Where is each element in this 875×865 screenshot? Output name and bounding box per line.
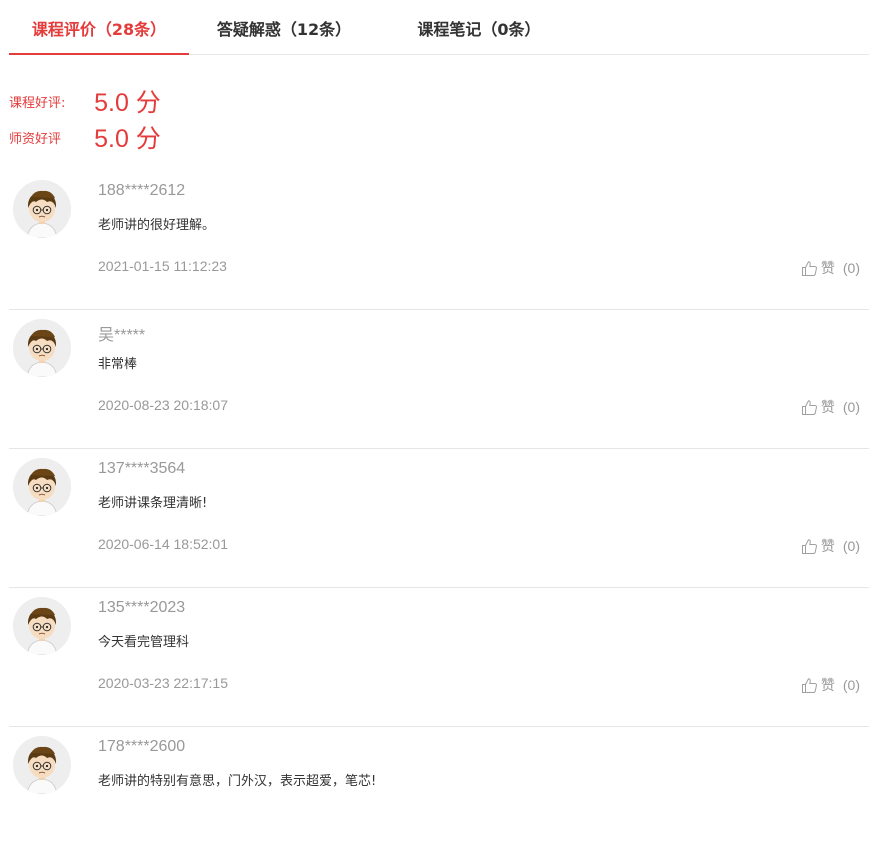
tab-course-notes[interactable]: 课程笔记（0条） <box>397 0 561 54</box>
like-label: 赞 <box>820 400 835 416</box>
like-button[interactable]: 赞 (0) <box>801 675 860 695</box>
review-item: 178****2600 老师讲的特别有意思，门外汉，表示超爱，笔芯! <box>9 726 869 865</box>
like-button[interactable]: 赞 (0) <box>801 536 860 556</box>
review-time: 2020-03-23 22:17:15 <box>98 675 228 691</box>
tab-qa[interactable]: 答疑解惑（12条） <box>202 0 366 54</box>
review-item: 137****3564 老师讲课条理清晰! 2020-06-14 18:52:01 … <box>9 448 869 588</box>
like-button[interactable]: 赞 (0) <box>801 258 860 278</box>
avatar <box>13 736 71 794</box>
review-content: 今天看完管理科 <box>98 635 190 650</box>
review-time: 2020-06-14 18:52:01 <box>98 536 228 552</box>
course-rating-row: 课程好评: 5.0 分 <box>9 83 161 119</box>
like-count: (0) <box>842 260 860 276</box>
review-content: 老师讲课条理清晰! <box>98 496 208 511</box>
course-rating-value: 5.0 分 <box>94 89 161 117</box>
teacher-rating-row: 师资好评 5.0 分 <box>9 119 161 155</box>
review-username: 135****2023 <box>98 599 186 616</box>
review-time: 2021-01-15 11:12:23 <box>98 258 227 274</box>
like-label: 赞 <box>820 539 835 555</box>
avatar <box>13 319 71 377</box>
teacher-rating-label: 师资好评 <box>9 131 62 147</box>
like-count: (0) <box>842 677 860 693</box>
course-rating-label: 课程好评: <box>9 95 66 111</box>
like-count: (0) <box>842 399 860 415</box>
review-content: 非常棒 <box>98 357 138 372</box>
review-username: 吴***** <box>98 327 146 344</box>
teacher-rating-value: 5.0 分 <box>94 125 161 153</box>
avatar <box>13 180 71 238</box>
review-username: 137****3564 <box>98 460 186 477</box>
thumbs-up-icon <box>801 399 821 416</box>
avatar <box>13 597 71 655</box>
like-button[interactable]: 赞 (0) <box>801 397 860 417</box>
like-count: (0) <box>842 538 860 554</box>
review-item: 135****2023 今天看完管理科 2020-03-23 22:17:15 赞 (… <box>9 587 869 727</box>
review-username: 188****2612 <box>98 182 186 199</box>
review-content: 老师讲的很好理解。 <box>98 218 216 233</box>
like-label: 赞 <box>820 261 835 277</box>
like-label: 赞 <box>820 678 835 694</box>
thumbs-up-icon <box>801 677 821 694</box>
tab-course-reviews[interactable]: 课程评价（28条） <box>9 0 189 55</box>
review-time: 2020-08-23 20:18:07 <box>98 397 228 413</box>
review-item: 吴***** 非常棒 2020-08-23 20:18:07 赞 (0) <box>9 309 869 449</box>
avatar <box>13 458 71 516</box>
tab-bar: 课程评价（28条） 答疑解惑（12条） 课程笔记（0条） <box>9 0 869 55</box>
review-item: 188****2612 老师讲的很好理解。 2021-01-15 11:12:23 … <box>9 170 869 310</box>
review-content: 老师讲的特别有意思，门外汉，表示超爱，笔芯! <box>98 774 377 789</box>
review-username: 178****2600 <box>98 738 186 755</box>
thumbs-up-icon <box>801 538 821 555</box>
thumbs-up-icon <box>801 260 821 277</box>
